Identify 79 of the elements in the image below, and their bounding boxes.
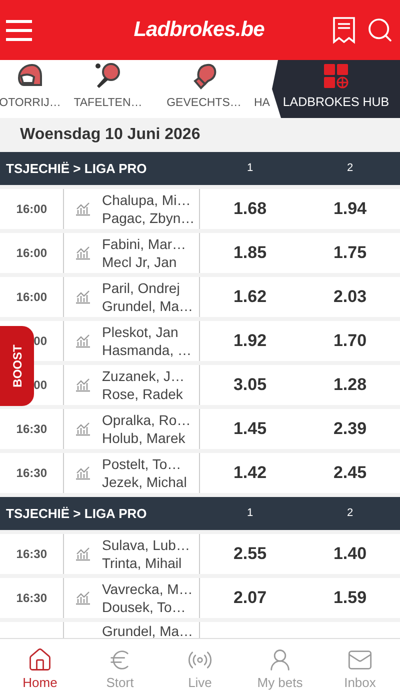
team-name: Pleskot, Jan (102, 323, 180, 341)
event-row[interactable]: Pleskot, Jan Hasmanda, … 1.92 1.70 (64, 321, 400, 361)
time-cell: 16:00 (0, 233, 64, 273)
odds-button[interactable]: 1.75 (300, 233, 400, 273)
stats-icon[interactable] (75, 466, 91, 480)
logo[interactable]: Ladbrokes.be (134, 14, 264, 46)
odds-button[interactable]: 2.39 (300, 409, 400, 449)
nav-tab[interactable]: Home (0, 639, 80, 700)
odds-button[interactable]: 1.59 (300, 578, 400, 618)
odds-button[interactable]: 2.55 (200, 534, 300, 574)
event-row[interactable]: Opralka, Ro… Holub, Marek 1.45 2.39 (64, 409, 400, 449)
home-icon (27, 647, 53, 673)
team-name: Postelt, To… (102, 455, 182, 473)
time-cell: 16:30 (0, 578, 64, 618)
stats-icon[interactable] (75, 334, 91, 348)
hub-tab[interactable]: LADBROKES HUB (272, 60, 400, 118)
time-cell: 16:00 (0, 277, 64, 317)
odds-button[interactable]: 1.85 (200, 233, 300, 273)
team-name: Sulava, Lub… (102, 536, 191, 554)
team-name: Zuzanek, J… (102, 367, 186, 385)
event-row[interactable]: Sulava, Lub… Trinta, Mihail 2.55 1.40 (64, 534, 400, 574)
sport-tab[interactable]: OTORRIJ… (0, 60, 60, 118)
event-row[interactable]: Vavrecka, M… Dousek, To… 2.07 1.59 (64, 578, 400, 618)
event-row[interactable]: Chalupa, Mi… Pagac, Zbyn… 1.68 1.94 (64, 189, 400, 229)
time-cell: 16:30 (0, 534, 64, 574)
boost-tab[interactable]: BOOST (0, 326, 34, 406)
event-row[interactable]: Postelt, To… Jezek, Michal 1.42 2.45 (64, 453, 400, 493)
team-name: Trinta, Mihail (102, 554, 183, 572)
odds-button[interactable]: 3.05 (200, 365, 300, 405)
stats-icon[interactable] (75, 422, 91, 436)
search-icon[interactable] (366, 16, 394, 44)
league-header: TSJECHIË > LIGA PRO 1 2 (0, 152, 400, 185)
stats-icon[interactable] (75, 246, 91, 260)
team-name: Dousek, To… (102, 598, 187, 616)
paddle-icon (93, 60, 123, 91)
stats-icon[interactable] (75, 378, 91, 392)
odds-button[interactable]: 1.94 (300, 189, 400, 229)
league-header: TSJECHIË > LIGA PRO 1 2 (0, 497, 400, 530)
team-name: Grundel, Ma… (102, 297, 194, 315)
team-name: Paril, Ondrej (102, 279, 181, 297)
odds-button[interactable]: 1.70 (300, 321, 400, 361)
event-row[interactable]: Fabini, Mar… Mecl Jr, Jan 1.85 1.75 (64, 233, 400, 273)
sport-tab[interactable]: TAFELTEN… (60, 60, 156, 118)
team-name: Hasmanda, … (102, 341, 192, 359)
event-row[interactable]: Paril, Ondrej Grundel, Ma… 1.62 2.03 (64, 277, 400, 317)
team-name: Jezek, Michal (102, 473, 188, 491)
odds-button[interactable]: 1.40 (300, 534, 400, 574)
grid-icon (323, 63, 349, 90)
sport-tab[interactable]: HA (252, 60, 270, 118)
date-heading: Woensdag 10 Juni 2026 (20, 125, 200, 145)
odds-button[interactable]: 1.92 (200, 321, 300, 361)
team-name: Chalupa, Mi… (102, 191, 192, 209)
team-name: Mecl Jr, Jan (102, 253, 178, 271)
odds-button[interactable]: 1.68 (200, 189, 300, 229)
event-row[interactable]: Zuzanek, J… Rose, Radek 3.05 1.28 (64, 365, 400, 405)
odds-button[interactable]: 2.45 (300, 453, 400, 493)
team-name: Grundel, Ma… (102, 622, 194, 638)
time-cell: 16:30 (0, 453, 64, 493)
team-name: Vavrecka, M… (102, 580, 194, 598)
odds-button[interactable]: 1.62 (200, 277, 300, 317)
odds-button[interactable]: 1.45 (200, 409, 300, 449)
odds-button[interactable]: 2.03 (300, 277, 400, 317)
bet-slip-icon[interactable] (332, 16, 356, 44)
time-cell: 16:30 (0, 409, 64, 449)
odds-button[interactable]: 1.28 (300, 365, 400, 405)
stats-icon[interactable] (75, 202, 91, 216)
stats-icon[interactable] (75, 547, 91, 561)
time-cell: 16:00 (0, 189, 64, 229)
odds-button[interactable]: 1.42 (200, 453, 300, 493)
sport-tab[interactable]: GEVECHTS… (156, 60, 252, 118)
event-row[interactable]: Grundel, Ma… (64, 622, 400, 638)
team-name: Opralka, Ro… (102, 411, 192, 429)
team-name: Fabini, Mar… (102, 235, 188, 253)
team-name: Pagac, Zbyn… (102, 209, 196, 227)
stats-icon[interactable] (75, 290, 91, 304)
odds-button[interactable]: 2.07 (200, 578, 300, 618)
stats-icon[interactable] (75, 591, 91, 605)
team-name: Rose, Radek (102, 385, 184, 403)
team-name: Holub, Marek (102, 429, 186, 447)
